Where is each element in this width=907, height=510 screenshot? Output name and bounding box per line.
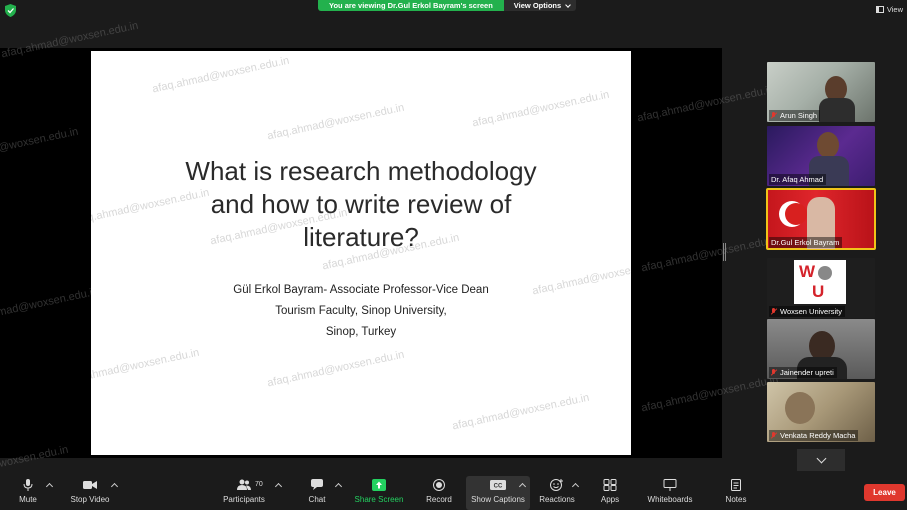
participant-name: Venkata Reddy Macha <box>769 430 859 441</box>
show-captions-label: Show Captions <box>471 495 525 504</box>
show-captions-button[interactable]: CC Show Captions <box>470 472 526 510</box>
closed-captions-icon: CC <box>490 480 506 490</box>
participant-tile-active-speaker[interactable]: Dr.Gul Erkol Bayram <box>766 188 876 250</box>
leave-button[interactable]: Leave <box>864 484 905 501</box>
watermark: afaq.ahmad@woxsen.edu.in <box>636 83 776 125</box>
share-screen-button[interactable]: Share Screen <box>354 472 404 510</box>
slide-title: What is research methodology and how to … <box>91 155 631 254</box>
watermark: afaq.ahmad@woxsen.edu.in <box>451 391 591 433</box>
stop-video-label: Stop Video <box>70 495 110 504</box>
zoom-meeting-window: You are viewing Dr.Gul Erkol Bayram's sc… <box>0 0 907 510</box>
view-options-button[interactable]: View Options <box>503 0 577 11</box>
chat-options-caret[interactable] <box>334 482 343 491</box>
watermark: afaq.ahmad@woxsen.edu.in <box>0 125 80 167</box>
mic-muted-icon <box>771 432 777 439</box>
avatar <box>819 98 855 122</box>
whiteboard-icon <box>663 479 677 491</box>
share-screen-label: Share Screen <box>354 495 404 504</box>
mic-muted-icon <box>771 112 777 119</box>
stop-video-button[interactable]: Stop Video <box>67 472 113 510</box>
mic-muted-icon <box>771 308 777 315</box>
avatar <box>817 132 839 158</box>
chevron-down-icon <box>565 1 572 8</box>
apps-button[interactable]: Apps <box>597 472 623 510</box>
chevron-down-icon <box>816 453 826 463</box>
watermark: afaq.ahmad@woxsen.edu.in <box>640 373 780 415</box>
participant-tile[interactable]: W U Woxsen University <box>767 258 875 318</box>
participant-name: Arun Singh <box>769 110 821 121</box>
participants-options-caret[interactable] <box>274 482 283 491</box>
view-button[interactable]: View <box>875 3 903 16</box>
slide-title-line: What is research methodology <box>185 156 537 186</box>
participant-name: Dr. Afaq Ahmad <box>769 174 827 185</box>
participant-name: Woxsen University <box>769 306 845 317</box>
slide-title-line: literature? <box>303 222 419 252</box>
slide-author-line: Gül Erkol Bayram- Associate Professor-Vi… <box>233 284 489 296</box>
security-shield-icon[interactable] <box>5 4 16 17</box>
microphone-icon <box>23 479 33 491</box>
meeting-toolbar: Mute Stop Video Participants 70 Chat Sha… <box>0 472 907 510</box>
notes-button[interactable]: Notes <box>722 472 750 510</box>
participants-icon <box>237 479 251 490</box>
gallery-scroll-down-button[interactable] <box>797 449 845 471</box>
participant-tile[interactable]: Jainender upreti <box>767 319 875 379</box>
audio-options-caret[interactable] <box>45 482 54 491</box>
shared-screen: afaq.ahmad@woxsen.edu.in afaq.ahmad@woxs… <box>0 20 779 484</box>
participants-count: 70 <box>255 481 263 488</box>
watermark: afaq.ahmad@woxsen.edu.in <box>471 88 611 130</box>
view-options-label: View Options <box>513 1 562 10</box>
mute-button[interactable]: Mute <box>14 472 42 510</box>
whiteboards-button[interactable]: Whiteboards <box>645 472 695 510</box>
whiteboards-label: Whiteboards <box>647 495 693 504</box>
record-icon <box>433 479 445 491</box>
viewing-screen-text: You are viewing Dr.Gul Erkol Bayram's sc… <box>318 0 504 11</box>
apps-label: Apps <box>600 495 620 504</box>
screen-share-banner: You are viewing Dr.Gul Erkol Bayram's sc… <box>318 0 577 11</box>
panel-resize-handle[interactable] <box>723 243 726 261</box>
woxsen-logo: W U <box>794 260 846 304</box>
presentation-slide: afaq.ahmad@woxsen.edu.in afaq.ahmad@woxs… <box>91 51 631 455</box>
participant-tile[interactable]: Arun Singh <box>767 62 875 122</box>
record-label: Record <box>426 495 452 504</box>
notes-icon <box>731 479 741 491</box>
share-screen-icon <box>372 479 386 491</box>
apps-icon <box>603 479 617 491</box>
gallery-view-icon <box>875 6 884 13</box>
flag-crescent-icon <box>785 203 807 225</box>
watermark: afaq.ahmad@woxsen.edu.in <box>640 233 780 275</box>
chat-label: Chat <box>308 495 326 504</box>
view-label: View <box>886 5 903 14</box>
video-camera-icon <box>83 481 97 489</box>
participants-label: Participants <box>223 495 265 504</box>
participant-tile[interactable]: Venkata Reddy Macha <box>767 382 875 442</box>
slide-title-line: and how to write review of <box>210 189 512 219</box>
reactions-label: Reactions <box>539 495 575 504</box>
avatar <box>785 392 815 424</box>
watermark: afaq.ahmad@woxsen.edu.in <box>266 348 406 390</box>
participant-name: Dr.Gul Erkol Bayram <box>769 237 843 248</box>
reactions-button[interactable]: Reactions <box>537 472 577 510</box>
participants-button[interactable]: Participants <box>221 472 267 510</box>
slide-author-line: Tourism Faculty, Sinop University, <box>275 305 447 317</box>
reactions-smiley-icon <box>550 479 563 491</box>
watermark: afaq.ahmad@woxsen.edu.in <box>151 54 291 96</box>
notes-label: Notes <box>725 495 747 504</box>
participant-name: Jainender upreti <box>769 367 837 378</box>
mute-label: Mute <box>19 495 37 504</box>
mic-muted-icon <box>771 369 777 376</box>
chat-bubble-icon <box>311 479 323 490</box>
watermark: afaq.ahmad@woxsen.edu.in <box>91 346 201 388</box>
chat-button[interactable]: Chat <box>304 472 330 510</box>
record-button[interactable]: Record <box>424 472 454 510</box>
watermark: afaq.ahmad@woxsen.edu.in <box>0 285 100 327</box>
participant-tile[interactable]: Dr. Afaq Ahmad <box>767 126 875 186</box>
svg-text:CC: CC <box>494 484 503 490</box>
slide-author-line: Sinop, Turkey <box>325 326 397 338</box>
watermark: afaq.ahmad@woxsen.edu.in <box>266 101 406 143</box>
